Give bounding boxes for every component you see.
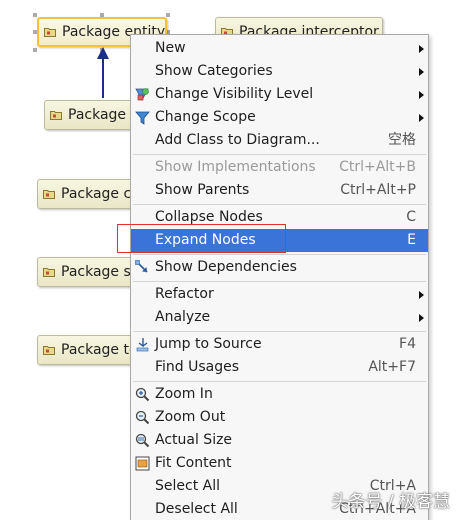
menu-item-label: Collapse Nodes xyxy=(155,209,263,225)
visibility-icon xyxy=(135,88,149,101)
menu-item-label: Zoom In xyxy=(155,386,213,402)
menu-separator xyxy=(133,331,426,332)
watermark: 头条号 / 极客慧 xyxy=(331,492,450,512)
menu-item-label: Show Categories xyxy=(155,63,273,79)
menu-separator xyxy=(133,204,426,205)
resize-handle[interactable] xyxy=(166,13,170,17)
menu-item-zoom-out[interactable]: Zoom Out xyxy=(131,406,428,429)
menu-item-label: Find Usages xyxy=(155,359,240,375)
menu-item-zoom-in[interactable]: Zoom In xyxy=(131,383,428,406)
submenu-arrow-icon xyxy=(419,91,424,99)
menu-item-actual-size[interactable]: Actual Size xyxy=(131,429,428,452)
package-icon xyxy=(50,111,62,120)
menu-separator xyxy=(133,254,426,255)
menu-item-find-usages[interactable]: Find Usages Alt+F7 xyxy=(131,356,428,379)
menu-item-label: Analyze xyxy=(155,309,211,325)
fit-content-icon xyxy=(135,456,150,471)
dependencies-icon xyxy=(135,260,148,273)
zoom-out-icon xyxy=(135,410,150,425)
package-icon xyxy=(43,346,55,355)
menu-item-label: Select All xyxy=(155,478,220,494)
menu-item-label: Deselect All xyxy=(155,501,238,517)
menu-item-change-visibility-level[interactable]: Change Visibility Level xyxy=(131,83,428,106)
package-icon xyxy=(44,28,56,37)
menu-item-shortcut: Ctrl+Alt+B xyxy=(339,159,416,175)
node-label: Package s xyxy=(61,264,131,280)
menu-item-shortcut: F4 xyxy=(399,336,416,352)
menu-item-show-categories[interactable]: Show Categories xyxy=(131,60,428,83)
menu-item-label: Change Visibility Level xyxy=(155,86,314,102)
menu-item-label: Show Parents xyxy=(155,182,250,198)
menu-item-shortcut: Alt+F7 xyxy=(368,359,416,375)
menu-item-label: Fit Content xyxy=(155,455,232,471)
menu-item-shortcut: C xyxy=(406,209,416,225)
node-label: Package xyxy=(68,107,127,123)
actual-size-icon xyxy=(135,433,150,448)
menu-item-show-dependencies[interactable]: Show Dependencies xyxy=(131,256,428,279)
menu-separator xyxy=(133,281,426,282)
menu-item-label: Change Scope xyxy=(155,109,256,125)
menu-item-refactor[interactable]: Refactor xyxy=(131,283,428,306)
menu-separator xyxy=(133,154,426,155)
menu-item-label: Show Dependencies xyxy=(155,259,297,275)
menu-item-label: Actual Size xyxy=(155,432,233,448)
menu-item-shortcut: E xyxy=(407,232,416,248)
menu-item-change-scope[interactable]: Change Scope xyxy=(131,106,428,129)
menu-item-label: Expand Nodes xyxy=(155,232,256,248)
menu-item-jump-to-source[interactable]: Jump to Source F4 xyxy=(131,333,428,356)
diagram-canvas[interactable]: Package entity Package interceptor Packa… xyxy=(0,0,462,520)
menu-item-analyze[interactable]: Analyze xyxy=(131,306,428,329)
resize-handle[interactable] xyxy=(33,48,37,52)
menu-item-add-class-to-diagram[interactable]: Add Class to Diagram... 空格 xyxy=(131,129,428,152)
jump-to-source-icon xyxy=(136,338,149,352)
arrowhead-icon xyxy=(97,47,109,59)
menu-item-label: Refactor xyxy=(155,286,214,302)
menu-item-label: Zoom Out xyxy=(155,409,226,425)
context-menu: New Show Categories Change Visibility Le… xyxy=(130,34,429,520)
menu-item-shortcut: Ctrl+Alt+P xyxy=(340,182,416,198)
menu-item-label: Jump to Source xyxy=(155,336,262,352)
menu-item-collapse-nodes[interactable]: Collapse Nodes C xyxy=(131,206,428,229)
menu-item-expand-nodes[interactable]: Expand Nodes E xyxy=(131,229,428,252)
submenu-arrow-icon xyxy=(419,45,424,53)
menu-item-shortcut: 空格 xyxy=(388,132,416,148)
submenu-arrow-icon xyxy=(419,314,424,322)
submenu-arrow-icon xyxy=(419,114,424,122)
menu-item-show-parents[interactable]: Show Parents Ctrl+Alt+P xyxy=(131,179,428,202)
menu-item-new[interactable]: New xyxy=(131,37,428,60)
menu-item-label: Show Implementations xyxy=(155,159,316,175)
package-node[interactable]: Package xyxy=(44,100,140,130)
menu-item-fit-content[interactable]: Fit Content xyxy=(131,452,428,475)
package-node[interactable]: Package s xyxy=(37,257,137,287)
menu-item-show-implementations: Show Implementations Ctrl+Alt+B xyxy=(131,156,428,179)
zoom-in-icon xyxy=(135,387,150,402)
submenu-arrow-icon xyxy=(419,291,424,299)
package-icon xyxy=(43,268,55,277)
filter-icon xyxy=(135,111,150,125)
menu-item-label: New xyxy=(155,40,186,56)
package-node[interactable]: Package te xyxy=(37,335,137,365)
package-node[interactable]: Package c xyxy=(37,179,137,209)
package-icon xyxy=(43,190,55,199)
menu-separator xyxy=(133,381,426,382)
resize-handle[interactable] xyxy=(33,13,37,17)
node-label: Package c xyxy=(61,186,132,202)
dependency-edge xyxy=(102,58,104,98)
menu-item-label: Add Class to Diagram... xyxy=(155,132,320,148)
submenu-arrow-icon xyxy=(419,68,424,76)
node-label: Package te xyxy=(61,342,137,358)
